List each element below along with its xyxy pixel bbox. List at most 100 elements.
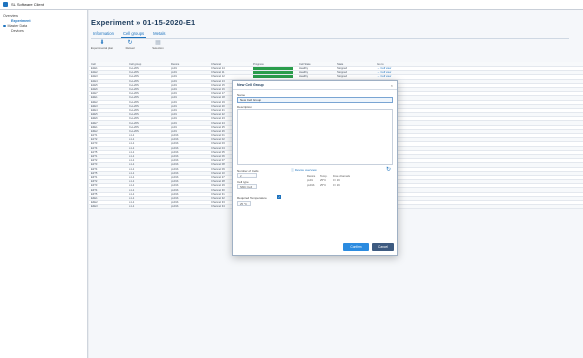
table-cell: px01b	[171, 184, 179, 188]
table-cell: c-L1	[129, 175, 135, 179]
device-column-header: Device	[307, 174, 316, 178]
window-titlebar: SL Software Client	[0, 0, 583, 10]
table-cell: C+L20S	[129, 96, 139, 100]
tab-1[interactable]: Cell groups	[120, 30, 147, 38]
num-cells-input[interactable]: 2	[237, 173, 257, 178]
cell-view-link[interactable]: → Cell view	[375, 67, 415, 70]
table-cell: E1E3	[91, 75, 98, 79]
column-header[interactable]: Cell	[89, 63, 127, 66]
name-input[interactable]: New Cell Group	[237, 97, 393, 103]
column-header[interactable]: Go to	[375, 63, 415, 66]
table-cell: E1T5	[91, 150, 98, 154]
table-cell: px01	[171, 104, 177, 108]
table-cell: px01	[171, 71, 177, 75]
device-cell: 0 / 16	[333, 183, 340, 187]
table-cell: E3E2	[91, 129, 98, 133]
column-header[interactable]: Device	[169, 63, 209, 66]
temperature-checkbox[interactable]: ✓	[277, 195, 281, 199]
table-cell: E2E2	[91, 100, 98, 104]
table-cell: px01	[171, 100, 177, 104]
device-cell: px01b	[307, 183, 315, 187]
column-header[interactable]: Cell State	[297, 63, 335, 66]
table-cell: c-L1	[129, 201, 135, 205]
table-cell: C+L20S	[129, 113, 139, 117]
device-cell: 25°C	[320, 183, 327, 187]
sidebar-item-label: Devices	[11, 29, 24, 33]
temperature-label: Required Temperature	[237, 196, 267, 200]
description-textarea[interactable]	[237, 109, 393, 165]
table-cell: px01b	[171, 138, 179, 142]
column-header[interactable]: Progress	[251, 63, 297, 66]
column-header[interactable]: Cell group	[127, 63, 169, 66]
cell-view-link[interactable]: → Cell view	[375, 71, 415, 74]
cell-type-select[interactable]: NMC Cell	[237, 184, 257, 189]
table-cell: c-L1	[129, 167, 135, 171]
tab-divider	[91, 38, 569, 39]
device-overview-text: Device overview	[294, 168, 317, 172]
column-header[interactable]: State	[335, 63, 375, 66]
column-header[interactable]: Channel	[209, 63, 251, 66]
table-cell: E2T4	[91, 167, 98, 171]
table-cell: c-L1	[129, 188, 135, 192]
table-cell: px01	[171, 83, 177, 87]
table-cell: px01b	[171, 155, 179, 159]
device-cell: px01	[307, 179, 313, 183]
toolbar-button-1[interactable]: ↻ Reload	[119, 40, 141, 50]
table-cell: px01b	[171, 159, 179, 163]
table-cell: c-L1	[129, 192, 135, 196]
table-cell: E2E3	[91, 104, 98, 108]
table-cell: px01b	[171, 196, 179, 200]
cell-view-link[interactable]: → Cell view	[375, 75, 415, 78]
dialog-header: New Cell Group ×	[233, 81, 397, 90]
table-cell: E1E6	[91, 88, 98, 92]
table-cell: C+L20S	[129, 67, 139, 71]
sidebar-item-3[interactable]: Devices	[3, 29, 84, 34]
device-row[interactable]: px01b 25°C 0 / 16	[307, 183, 353, 188]
table-cell: c-L1	[129, 184, 135, 188]
table-cell: E2E7	[91, 121, 98, 125]
device-column-header: Temp.	[320, 174, 328, 178]
table-cell: c-L1	[129, 196, 135, 200]
tab-2[interactable]: Metals	[151, 30, 167, 38]
table-cell: c-L1	[129, 150, 135, 154]
table-cell: Stopped	[337, 75, 348, 79]
table-cell: px01	[171, 88, 177, 92]
table-cell: Healthy	[299, 67, 309, 71]
table-cell: Channel 12	[211, 75, 225, 79]
table-cell: px01	[171, 125, 177, 129]
table-cell: Stopped	[337, 71, 348, 75]
tab-bar: Information Cell groups Metals	[91, 30, 167, 38]
toolbar: ⬇ Experimental plan ↻ Reload ▦ Selection	[91, 40, 169, 50]
table-cell: Channel 14	[211, 67, 225, 71]
app-logo-icon	[3, 2, 8, 7]
refresh-icon[interactable]: ↻	[386, 166, 391, 173]
toolbar-label: Experimental plan	[90, 46, 114, 50]
table-cell: px01	[171, 121, 177, 125]
device-cell: 25°C	[320, 179, 327, 183]
table-cell: C+L20S	[129, 83, 139, 87]
table-cell: px01b	[171, 188, 179, 192]
table-cell: px01b	[171, 180, 179, 184]
temperature-input[interactable]: 25 °C	[237, 201, 251, 206]
cancel-button[interactable]: Cancel	[372, 243, 394, 251]
close-icon[interactable]: ×	[391, 83, 393, 88]
device-cell: 0 / 16	[333, 179, 340, 183]
table-cell: px01	[171, 75, 177, 79]
table-cell: E1T2	[91, 138, 98, 142]
table-cell: E1T1	[91, 134, 98, 138]
progress-bar	[253, 71, 293, 75]
table-cell: px01b	[171, 205, 179, 209]
table-cell: C+L20S	[129, 104, 139, 108]
tab-0[interactable]: Information	[91, 30, 116, 38]
confirm-button[interactable]: Confirm	[343, 243, 369, 251]
toolbar-button-0[interactable]: ⬇ Experimental plan	[91, 40, 113, 50]
table-cell: c-L1	[129, 159, 135, 163]
table-cell: px01b	[171, 134, 179, 138]
table-cell: px01b	[171, 150, 179, 154]
table-cell: E4E3	[91, 205, 98, 209]
toolbar-label: Selection	[152, 46, 164, 50]
table-cell: C+L20S	[129, 88, 139, 92]
page-title: Experiment » 01-15-2020-E1	[91, 18, 196, 27]
table-cell: C+L20S	[129, 71, 139, 75]
table-cell: px01	[171, 96, 177, 100]
